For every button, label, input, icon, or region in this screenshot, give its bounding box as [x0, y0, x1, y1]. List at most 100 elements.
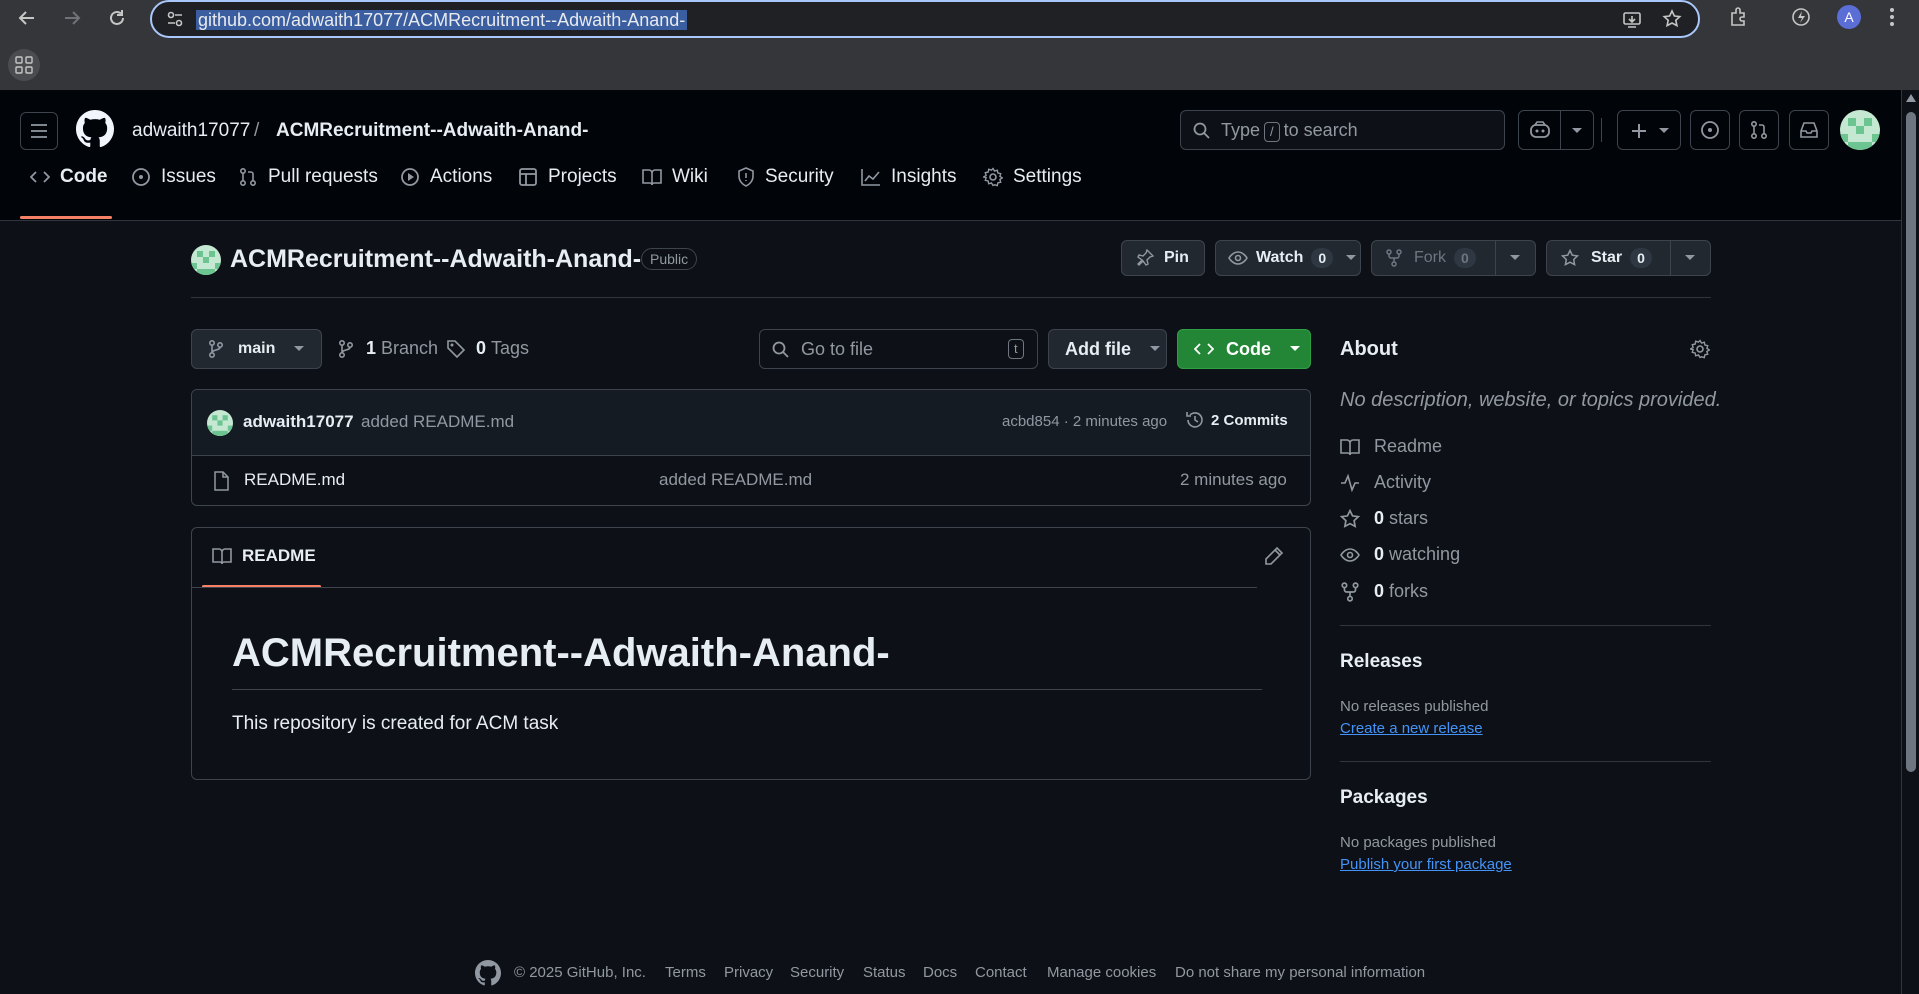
owner-link[interactable]: adwaith17077	[132, 120, 250, 142]
go-to-file-input[interactable]: Go to file t	[759, 329, 1038, 369]
footer-link-contact[interactable]: Contact	[975, 964, 1027, 981]
commit-author-avatar[interactable]	[207, 410, 233, 436]
chevron-down-icon	[294, 346, 305, 351]
branch-name: main	[238, 340, 276, 357]
commit-author[interactable]: adwaith17077	[243, 412, 354, 432]
url-text[interactable]: github.com/adwaith17077/ACMRecruitment--…	[196, 10, 688, 30]
fork-button[interactable]: Fork 0	[1371, 240, 1536, 276]
gear-icon[interactable]	[1690, 339, 1710, 359]
star-icon	[1561, 249, 1579, 266]
pin-icon	[1137, 249, 1154, 266]
tab-pull-requests[interactable]: Pull requests	[238, 162, 378, 192]
address-bar[interactable]: github.com/adwaith17077/ACMRecruitment--…	[150, 0, 1700, 38]
about-readme-label: Readme	[1374, 436, 1443, 456]
chevron-down-icon	[1290, 346, 1300, 351]
site-settings-icon[interactable]	[166, 10, 184, 28]
file-name[interactable]: README.md	[244, 470, 345, 490]
extensions-icon[interactable]	[1728, 6, 1750, 28]
repo-title[interactable]: ACMRecruitment--Adwaith-Anand-	[230, 245, 641, 274]
tags-link[interactable]: 0 Tags	[446, 338, 529, 359]
copilot-icon	[1530, 121, 1550, 138]
tab-issues-label: Issues	[161, 166, 216, 187]
publish-package-link[interactable]: Publish your first package	[1340, 856, 1512, 873]
search-input[interactable]: Type / to search	[1180, 110, 1505, 150]
tab-insights[interactable]: Insights	[861, 162, 956, 192]
arrow-right-icon	[65, 11, 81, 25]
identicon-icon	[207, 415, 233, 436]
create-release-link[interactable]: Create a new release	[1340, 720, 1483, 737]
tab-actions[interactable]: Actions	[400, 162, 492, 192]
watch-button[interactable]: Watch 0	[1215, 240, 1361, 276]
user-avatar[interactable]	[1840, 110, 1880, 150]
scrollbar-thumb[interactable]	[1906, 112, 1916, 772]
about-activity-label: Activity	[1374, 472, 1432, 492]
about-watching-link[interactable]: 0 watching	[1340, 544, 1460, 565]
tab-security[interactable]: Security	[737, 162, 834, 192]
search-icon	[1193, 122, 1210, 139]
footer-link-docs[interactable]: Docs	[923, 964, 957, 981]
tab-wiki[interactable]: Wiki	[642, 162, 708, 192]
add-file-button[interactable]: Add file	[1048, 329, 1167, 369]
menu-button[interactable]	[20, 112, 58, 150]
about-stars-link[interactable]: 0 stars	[1340, 508, 1428, 529]
tab-projects-label: Projects	[548, 166, 617, 187]
footer-link-status[interactable]: Status	[863, 964, 906, 981]
shield-icon	[738, 167, 754, 187]
footer-link-manage-cookies[interactable]: Manage cookies	[1047, 964, 1156, 981]
star-button[interactable]: Star 0	[1546, 240, 1711, 276]
commit-sha-time[interactable]: acbd854 · 2 minutes ago	[1002, 413, 1167, 430]
git-branch-icon	[338, 339, 354, 358]
branch-count: 1	[366, 338, 377, 358]
inbox-button[interactable]	[1789, 110, 1829, 150]
create-new-button[interactable]	[1617, 110, 1681, 150]
footer-link-terms[interactable]: Terms	[665, 964, 706, 981]
branches-link[interactable]: 1 Branch	[338, 338, 438, 359]
scroll-up-arrow-icon[interactable]	[1906, 94, 1916, 102]
footer-link-privacy[interactable]: Privacy	[724, 964, 773, 981]
more-vert-icon[interactable]	[1888, 6, 1896, 28]
tab-settings[interactable]: Settings	[983, 162, 1082, 192]
readme-tab[interactable]: README	[212, 546, 316, 566]
commit-message[interactable]: added README.md	[361, 412, 514, 432]
pencil-icon[interactable]	[1264, 546, 1284, 566]
commits-link[interactable]: 2 Commits	[1185, 410, 1288, 430]
about-forks-link[interactable]: 0 forks	[1340, 581, 1428, 602]
tab-issues[interactable]: Issues	[131, 162, 216, 192]
branch-select[interactable]: main	[191, 329, 322, 369]
back-button[interactable]	[11, 2, 43, 34]
copilot-button[interactable]	[1518, 110, 1594, 150]
file-table: adwaith17077 added README.md acbd854 · 2…	[191, 389, 1311, 506]
page-scrollbar[interactable]	[1901, 90, 1919, 994]
pulse-icon	[1341, 473, 1359, 492]
issues-button[interactable]	[1690, 110, 1730, 150]
tab-code[interactable]: Code	[30, 162, 108, 192]
install-app-icon[interactable]	[1622, 10, 1642, 30]
releases-title[interactable]: Releases	[1340, 651, 1422, 673]
github-logo-icon[interactable]	[475, 960, 501, 986]
packages-title[interactable]: Packages	[1340, 787, 1428, 809]
apps-grid-icon	[15, 56, 33, 74]
github-logo-icon[interactable]	[76, 110, 114, 148]
footer-link-do-not-share[interactable]: Do not share my personal information	[1175, 964, 1425, 981]
chevron-down-icon	[1150, 346, 1160, 351]
footer-link-security[interactable]: Security	[790, 964, 844, 981]
table-row[interactable]: README.md added README.md 2 minutes ago	[192, 455, 1310, 505]
chevron-down-icon	[1510, 255, 1520, 260]
apps-button[interactable]	[8, 49, 40, 81]
reload-button[interactable]	[101, 2, 133, 34]
bookmark-star-icon[interactable]	[1662, 9, 1682, 29]
profile-avatar[interactable]: A	[1837, 5, 1861, 29]
repo-owner-avatar[interactable]	[191, 245, 221, 275]
code-dropdown-button[interactable]: Code	[1177, 329, 1311, 369]
tab-security-label: Security	[765, 166, 834, 187]
pin-button[interactable]: Pin	[1121, 240, 1205, 276]
about-readme-link[interactable]: Readme	[1340, 436, 1442, 457]
file-commit-message[interactable]: added README.md	[659, 470, 812, 490]
repo-link[interactable]: ACMRecruitment--Adwaith-Anand-	[276, 120, 588, 142]
pull-requests-button[interactable]	[1739, 110, 1779, 150]
tab-projects[interactable]: Projects	[518, 162, 617, 192]
forward-button[interactable]	[56, 2, 88, 34]
performance-icon[interactable]	[1790, 6, 1812, 28]
releases-empty: No releases published	[1340, 698, 1489, 715]
about-activity-link[interactable]: Activity	[1340, 472, 1431, 493]
